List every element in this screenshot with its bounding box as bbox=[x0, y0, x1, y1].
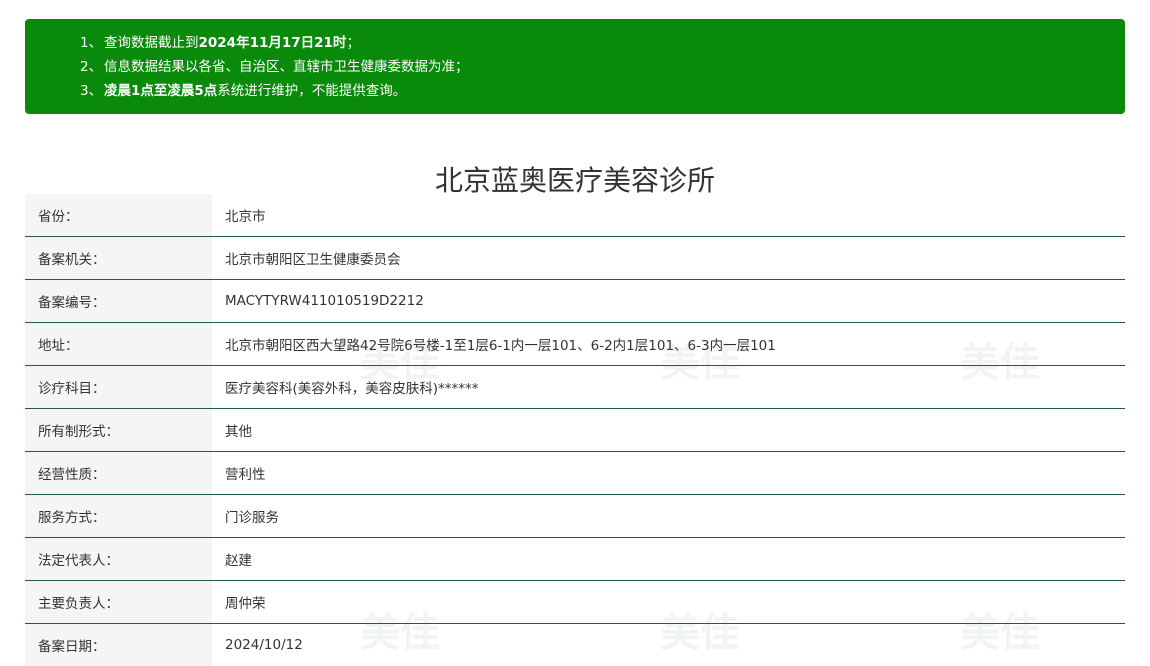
notice-item: 1、查询数据截止到2024年11月17日21时； bbox=[80, 31, 1125, 55]
row-value: 北京市朝阳区西大望路42号院6号楼-1至1层6-1内一层101、6-2内1层10… bbox=[212, 323, 1125, 366]
row-label: 服务方式： bbox=[25, 495, 212, 538]
clinic-info-table: 省份： 北京市 备案机关： 北京市朝阳区卫生健康委员会 备案编号： MACYTY… bbox=[25, 194, 1125, 666]
table-row: 服务方式： 门诊服务 bbox=[25, 495, 1125, 538]
row-value: 医疗美容科(美容外科，美容皮肤科)****** bbox=[212, 366, 1125, 409]
table-row: 地址： 北京市朝阳区西大望路42号院6号楼-1至1层6-1内一层101、6-2内… bbox=[25, 323, 1125, 366]
row-label: 备案编号： bbox=[25, 280, 212, 323]
notice-item-bold: 2024年11月17日21时 bbox=[199, 35, 347, 51]
notice-item-number: 1、 bbox=[80, 31, 104, 55]
notice-item-number: 3、 bbox=[80, 79, 104, 103]
table-row: 备案编号： MACYTYRW411010519D2212 bbox=[25, 280, 1125, 323]
table-row: 主要负责人： 周仲荣 bbox=[25, 581, 1125, 624]
row-label: 省份： bbox=[25, 194, 212, 237]
row-label: 诊疗科目： bbox=[25, 366, 212, 409]
table-row: 诊疗科目： 医疗美容科(美容外科，美容皮肤科)****** bbox=[25, 366, 1125, 409]
row-value: 营利性 bbox=[212, 452, 1125, 495]
notice-item-bold: 凌晨1点至凌晨5点 bbox=[104, 83, 217, 99]
row-value: 赵建 bbox=[212, 538, 1125, 581]
notice-item: 2、信息数据结果以各省、自治区、直辖市卫生健康委数据为准； bbox=[80, 55, 1125, 79]
notice-item-text: 信息数据结果以各省、自治区、直辖市卫生健康委数据为准； bbox=[104, 59, 469, 75]
table-row: 经营性质： 营利性 bbox=[25, 452, 1125, 495]
row-value: 其他 bbox=[212, 409, 1125, 452]
row-label: 地址： bbox=[25, 323, 212, 366]
notice-item-text: ； bbox=[346, 35, 360, 51]
table-row: 备案机关： 北京市朝阳区卫生健康委员会 bbox=[25, 237, 1125, 280]
table-row: 所有制形式： 其他 bbox=[25, 409, 1125, 452]
notice-item: 3、凌晨1点至凌晨5点系统进行维护，不能提供查询。 bbox=[80, 79, 1125, 103]
row-label: 所有制形式： bbox=[25, 409, 212, 452]
notice-item-text: 系统进行维护，不能提供查询。 bbox=[217, 83, 406, 99]
row-value: MACYTYRW411010519D2212 bbox=[212, 280, 1125, 323]
row-value: 门诊服务 bbox=[212, 495, 1125, 538]
notice-banner: 1、查询数据截止到2024年11月17日21时； 2、信息数据结果以各省、自治区… bbox=[25, 19, 1125, 114]
row-label: 主要负责人： bbox=[25, 581, 212, 624]
row-label: 法定代表人： bbox=[25, 538, 212, 581]
row-value: 周仲荣 bbox=[212, 581, 1125, 624]
row-value: 北京市朝阳区卫生健康委员会 bbox=[212, 237, 1125, 280]
row-value: 北京市 bbox=[212, 194, 1125, 237]
row-label: 备案机关： bbox=[25, 237, 212, 280]
table-row: 省份： 北京市 bbox=[25, 194, 1125, 237]
notice-item-number: 2、 bbox=[80, 55, 104, 79]
table-row: 法定代表人： 赵建 bbox=[25, 538, 1125, 581]
notice-item-text: 查询数据截止到 bbox=[104, 35, 199, 51]
row-label: 经营性质： bbox=[25, 452, 212, 495]
